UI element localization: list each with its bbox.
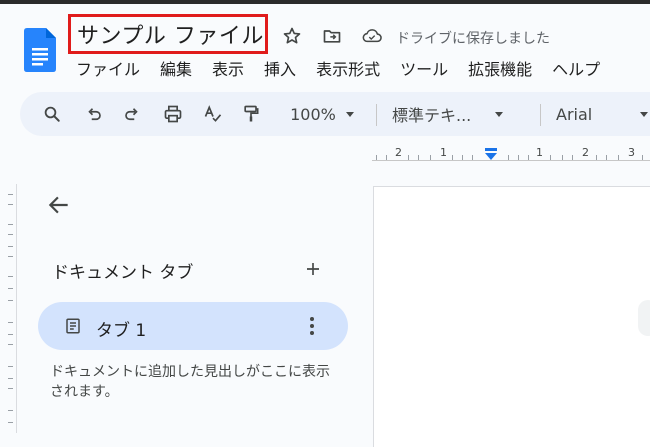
menu-edit[interactable]: 編集	[160, 56, 192, 79]
ruler-label: 1	[536, 146, 543, 159]
ruler-tick	[8, 256, 13, 257]
ruler-tick	[376, 155, 377, 160]
ruler-label: 3	[628, 146, 635, 159]
ruler-tick	[550, 155, 551, 160]
ruler-tick	[8, 422, 13, 423]
ruler-tick	[462, 155, 463, 160]
plus-icon	[307, 263, 319, 275]
docs-logo-icon[interactable]	[24, 28, 56, 72]
ruler-tick	[472, 155, 473, 160]
ruler-tick	[8, 388, 13, 389]
move-folder-icon[interactable]	[322, 26, 342, 46]
menu-insert[interactable]: 挿入	[264, 56, 296, 79]
style-value: 標準テキ...	[392, 106, 472, 125]
ruler-tick	[8, 204, 13, 205]
ruler-tick	[8, 410, 13, 411]
ruler-tick	[8, 366, 13, 367]
undo-icon[interactable]	[82, 102, 106, 126]
ruler-tick	[642, 155, 643, 160]
ruler-tick	[618, 155, 619, 160]
ruler-tick	[572, 155, 573, 160]
ruler-tick	[386, 155, 387, 160]
ruler-tick	[408, 155, 409, 160]
zoom-value: 100%	[290, 104, 336, 124]
toolbar-divider	[540, 104, 541, 126]
back-arrow-icon[interactable]	[46, 192, 72, 218]
paint-format-icon[interactable]	[238, 102, 264, 126]
side-panel-handle[interactable]	[638, 300, 650, 336]
document-title-box[interactable]: サンプル ファイル	[68, 14, 268, 54]
horizontal-ruler[interactable]: 2 1 1 2 3	[372, 144, 650, 166]
ruler-tick	[562, 155, 563, 160]
style-select[interactable]: 標準テキ...	[392, 102, 522, 126]
ruler-tick	[528, 155, 529, 160]
tab-label: タブ 1	[96, 321, 147, 341]
redo-icon[interactable]	[120, 102, 144, 126]
add-tab-button[interactable]	[302, 258, 324, 280]
menu-bar: ファイル 編集 表示 挿入 表示形式 ツール 拡張機能 ヘルプ	[76, 56, 620, 79]
ruler-tick	[8, 288, 13, 289]
chevron-down-icon	[345, 111, 354, 117]
ruler-tick	[596, 155, 597, 160]
ruler-tick	[8, 300, 13, 301]
ruler-tick	[8, 378, 13, 379]
ruler-tick	[8, 194, 13, 195]
more-vert-icon[interactable]	[302, 315, 322, 337]
ruler-tick	[8, 322, 13, 323]
star-icon[interactable]	[282, 26, 302, 46]
print-icon[interactable]	[160, 102, 186, 126]
ruler-baseline	[372, 160, 650, 161]
document-tabs-title: ドキュメント タブ	[52, 263, 194, 283]
ruler-tick	[430, 155, 431, 160]
document-title[interactable]: サンプル ファイル	[77, 18, 264, 50]
menu-file[interactable]: ファイル	[76, 56, 140, 79]
spellcheck-icon[interactable]	[200, 102, 226, 126]
outline-hint-text: ドキュメントに追加した見出しがここに表示されます。	[50, 364, 330, 400]
save-status: ドライブに保存しました	[396, 31, 550, 47]
font-value: Arial	[556, 104, 593, 124]
ruler-tick	[8, 234, 13, 235]
document-page[interactable]	[373, 186, 650, 447]
tab-item-1[interactable]: タブ 1	[38, 302, 348, 350]
menu-help[interactable]: ヘルプ	[552, 56, 600, 79]
menu-tools[interactable]: ツール	[400, 56, 448, 79]
toolbar-divider	[376, 104, 377, 126]
zoom-select[interactable]: 100%	[284, 102, 360, 126]
vertical-ruler[interactable]	[0, 184, 17, 433]
font-select[interactable]: Arial	[556, 102, 650, 126]
ruler-tick	[8, 344, 13, 345]
ruler-tick	[8, 224, 13, 225]
cloud-saved-icon[interactable]	[362, 26, 382, 46]
ruler-tick	[452, 155, 453, 160]
ruler-label: 2	[395, 146, 402, 159]
window-top-border	[0, 0, 650, 4]
menu-extensions[interactable]: 拡張機能	[468, 56, 532, 79]
document-outline-icon	[66, 318, 80, 334]
ruler-tick	[8, 276, 13, 277]
menu-format[interactable]: 表示形式	[316, 56, 380, 79]
indent-marker-icon[interactable]	[484, 148, 498, 160]
ruler-label: 1	[440, 146, 447, 159]
ruler-label: 2	[582, 146, 589, 159]
search-icon[interactable]	[40, 102, 64, 126]
menu-view[interactable]: 表示	[212, 56, 244, 79]
ruler-tick	[606, 155, 607, 160]
ruler-tick	[518, 155, 519, 160]
ruler-tick	[8, 246, 13, 247]
ruler-tick	[508, 155, 509, 160]
toolbar: 100% 標準テキ... Arial	[20, 92, 650, 136]
ruler-tick	[418, 155, 419, 160]
ruler-tick	[8, 334, 13, 335]
chevron-down-icon	[495, 111, 504, 117]
chevron-down-icon	[640, 111, 649, 117]
